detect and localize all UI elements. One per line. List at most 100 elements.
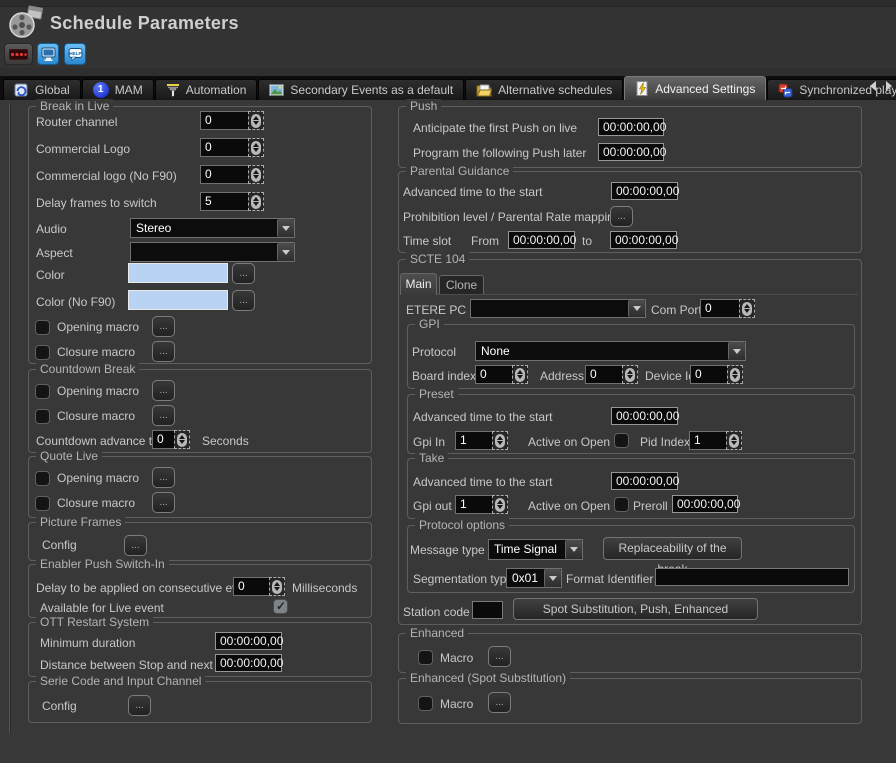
- spinner-arrows-icon[interactable]: [248, 111, 264, 130]
- preset-active-checkbox[interactable]: [614, 433, 629, 448]
- device-id-value: 0: [690, 365, 727, 384]
- monitor-button[interactable]: [37, 43, 59, 65]
- aspect-select[interactable]: [130, 242, 295, 262]
- commercial-logo-stepper[interactable]: 0: [200, 138, 264, 157]
- spot-substitution-button[interactable]: Spot Substitution, Push, Enhanced: [513, 598, 758, 620]
- spinner-arrows-icon[interactable]: [248, 165, 264, 184]
- preset-advanced-label: Advanced time to the start: [413, 410, 552, 424]
- chevron-down-icon[interactable]: [544, 569, 561, 587]
- anticipate-push-input[interactable]: 00:00:00,00: [598, 118, 664, 136]
- countdown-opening-macro-browse-button[interactable]: ...: [152, 380, 175, 401]
- enhanced-macro-checkbox[interactable]: [418, 650, 433, 665]
- spinner-arrows-icon[interactable]: [269, 577, 285, 596]
- quote-opening-macro-checkbox[interactable]: [35, 471, 50, 486]
- station-code-input[interactable]: [472, 601, 503, 619]
- take-active-checkbox[interactable]: [614, 497, 629, 512]
- spinner-arrows-icon[interactable]: [492, 431, 508, 450]
- board-index-stepper[interactable]: 0: [475, 365, 528, 384]
- device-id-stepper[interactable]: 0: [690, 365, 743, 384]
- timeslot-to-input[interactable]: 00:00:00,00: [610, 231, 677, 249]
- audio-select[interactable]: Stereo: [130, 218, 295, 238]
- enhanced-spot-macro-checkbox[interactable]: [418, 696, 433, 711]
- spinner-arrows-icon[interactable]: [739, 299, 755, 318]
- opening-macro-checkbox[interactable]: [35, 320, 50, 335]
- tab-mam[interactable]: 1 MAM: [82, 79, 154, 100]
- help-button[interactable]: HELP: [64, 43, 86, 65]
- spinner-arrows-icon[interactable]: [248, 192, 264, 211]
- device-id-label: Device Id: [645, 369, 695, 383]
- spinner-arrows-icon[interactable]: [727, 365, 743, 384]
- spinner-arrows-icon[interactable]: [248, 138, 264, 157]
- group-title: Preset: [415, 387, 458, 401]
- quote-closure-macro-browse-button[interactable]: ...: [152, 492, 175, 513]
- tab-secondary-events[interactable]: Secondary Events as a default: [258, 79, 464, 100]
- color-swatch[interactable]: [128, 263, 228, 283]
- chevron-down-icon[interactable]: [565, 540, 582, 559]
- chevron-down-icon[interactable]: [277, 243, 294, 261]
- delay-frames-stepper[interactable]: 5: [200, 192, 264, 211]
- tab-scroll-left-icon[interactable]: [870, 81, 876, 91]
- color-nof90-browse-button[interactable]: ...: [232, 290, 255, 311]
- spinner-arrows-icon[interactable]: [174, 430, 190, 449]
- spinner-arrows-icon[interactable]: [622, 365, 638, 384]
- address-value: 0: [585, 365, 622, 384]
- etere-pc-select[interactable]: [470, 299, 646, 318]
- serie-config-button[interactable]: ...: [128, 695, 151, 716]
- tab-scroll-right-icon[interactable]: [886, 81, 892, 91]
- tab-advanced-settings[interactable]: Advanced Settings: [624, 76, 766, 100]
- take-advanced-input[interactable]: 00:00:00,00: [611, 472, 678, 490]
- scte-tab-main[interactable]: Main: [400, 273, 437, 295]
- format-identifier-input[interactable]: [655, 568, 849, 586]
- scte-tab-clone[interactable]: Clone: [439, 275, 484, 294]
- preset-advanced-input[interactable]: 00:00:00,00: [611, 407, 678, 425]
- gpi-out-stepper[interactable]: 1: [455, 495, 508, 514]
- closure-macro-checkbox[interactable]: [35, 345, 50, 360]
- available-live-checkbox[interactable]: [273, 599, 288, 614]
- countdown-advance-stepper[interactable]: 0: [152, 430, 190, 449]
- segmentation-type-select[interactable]: 0x01: [506, 568, 562, 588]
- parental-advanced-input[interactable]: 00:00:00,00: [611, 182, 678, 200]
- tab-global[interactable]: Global: [3, 79, 81, 100]
- tab-automation[interactable]: Automation: [155, 79, 258, 100]
- segmentation-type-value: 0x01: [507, 569, 544, 587]
- film-strip-button[interactable]: [4, 43, 33, 65]
- timeslot-from-input[interactable]: 00:00:00,00: [508, 231, 575, 249]
- chevron-down-icon[interactable]: [277, 219, 294, 237]
- min-duration-input[interactable]: 00:00:00,00: [215, 632, 282, 650]
- chevron-down-icon[interactable]: [728, 342, 745, 360]
- preroll-input[interactable]: 00:00:00,00: [672, 495, 738, 513]
- gpi-out-label: Gpi out: [413, 499, 452, 513]
- closure-macro-browse-button[interactable]: ...: [152, 341, 175, 362]
- message-type-select[interactable]: Time Signal: [488, 539, 583, 560]
- countdown-closure-macro-browse-button[interactable]: ...: [152, 405, 175, 426]
- color-browse-button[interactable]: ...: [232, 263, 255, 284]
- commercial-logo-nof90-stepper[interactable]: 0: [200, 165, 264, 184]
- distance-input[interactable]: 00:00:00,00: [215, 654, 282, 672]
- quote-closure-macro-checkbox[interactable]: [35, 496, 50, 511]
- pid-index-stepper[interactable]: 1: [689, 431, 742, 450]
- gpi-protocol-select[interactable]: None: [475, 341, 746, 361]
- com-port-stepper[interactable]: 0: [700, 299, 755, 318]
- program-push-input[interactable]: 00:00:00,00: [598, 143, 664, 161]
- enhanced-macro-browse-button[interactable]: ...: [488, 646, 511, 667]
- chevron-down-icon[interactable]: [628, 300, 645, 317]
- opening-macro-browse-button[interactable]: ...: [152, 316, 175, 337]
- countdown-opening-macro-checkbox[interactable]: [35, 384, 50, 399]
- gpi-in-stepper[interactable]: 1: [455, 431, 508, 450]
- enabler-delay-label: Delay to be applied on consecutive event…: [36, 581, 261, 595]
- prohibition-browse-button[interactable]: ...: [610, 206, 633, 227]
- spinner-arrows-icon[interactable]: [512, 365, 528, 384]
- router-channel-stepper[interactable]: 0: [200, 111, 264, 130]
- spinner-arrows-icon[interactable]: [492, 495, 508, 514]
- enabler-delay-stepper[interactable]: 0: [233, 577, 285, 596]
- spinner-arrows-icon[interactable]: [726, 431, 742, 450]
- enhanced-spot-macro-browse-button[interactable]: ...: [488, 692, 511, 713]
- replaceability-button[interactable]: Replaceability of the break: [603, 537, 742, 560]
- closure-macro-label: Closure macro: [57, 345, 135, 359]
- countdown-closure-macro-checkbox[interactable]: [35, 409, 50, 424]
- address-stepper[interactable]: 0: [585, 365, 638, 384]
- color-nof90-swatch[interactable]: [128, 290, 228, 310]
- quote-opening-macro-browse-button[interactable]: ...: [152, 467, 175, 488]
- picture-frames-config-button[interactable]: ...: [124, 535, 147, 556]
- tab-alternative-schedules[interactable]: Alternative schedules: [465, 79, 623, 100]
